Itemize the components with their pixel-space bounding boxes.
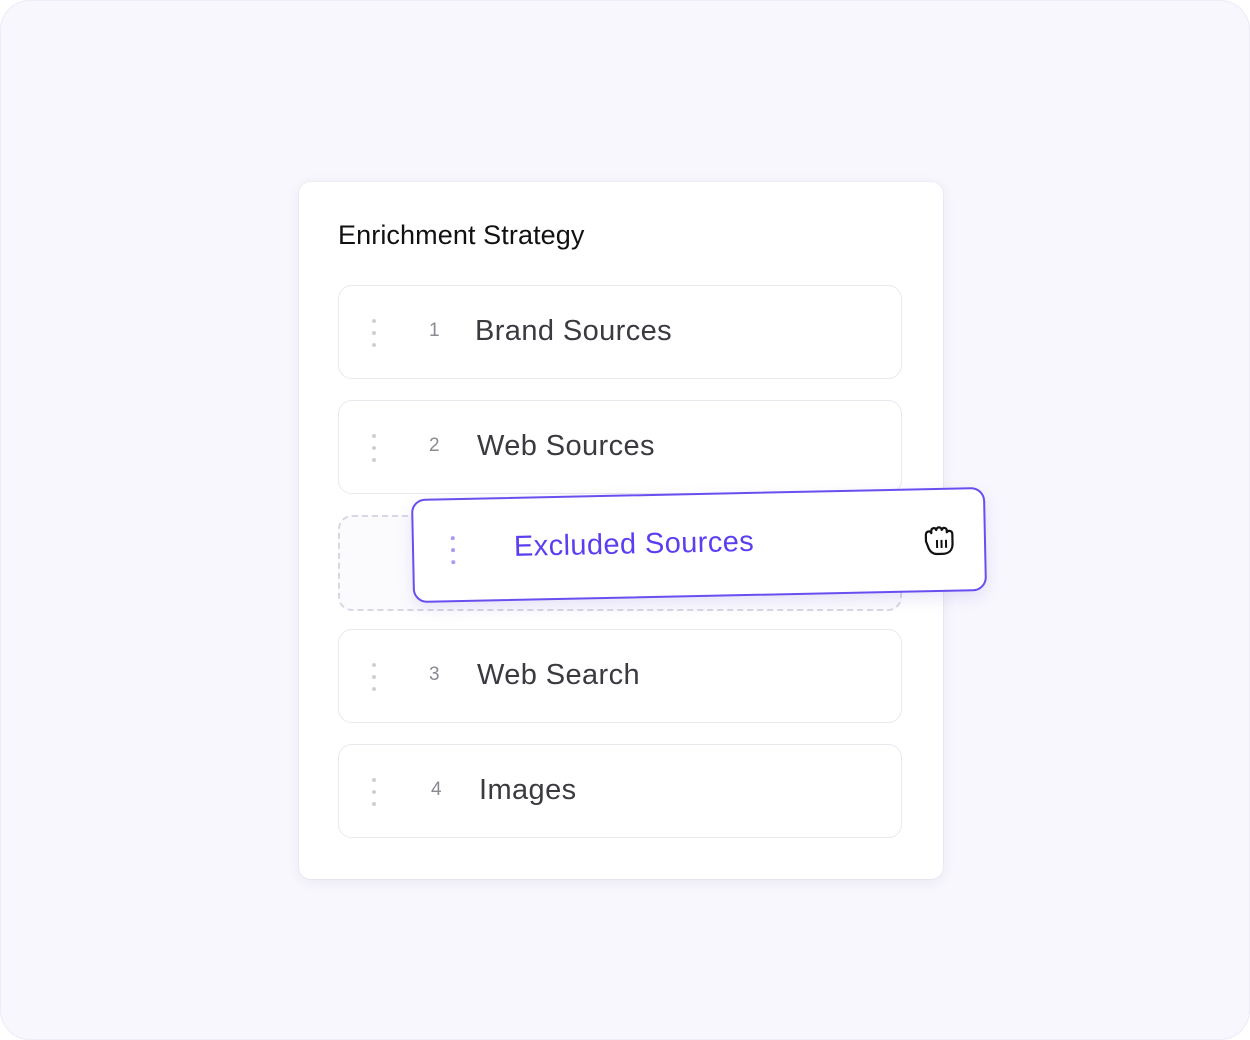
grab-hand-icon [924, 526, 954, 556]
drag-handle-icon[interactable] [371, 661, 377, 693]
item-label: Images [479, 774, 577, 806]
drag-handle-icon[interactable] [371, 776, 377, 808]
item-label: Web Sources [477, 430, 655, 462]
item-number: 3 [429, 664, 440, 685]
drag-handle-icon[interactable] [371, 317, 377, 349]
item-label: Web Search [477, 659, 641, 691]
dragging-item-excluded-sources[interactable]: Excluded Sources [410, 487, 988, 603]
list-item-web-sources[interactable]: 2 Web Sources [338, 400, 902, 494]
list-item-images[interactable]: 4 Images [338, 744, 902, 838]
list-item-web-search[interactable]: 3 Web Search [338, 629, 902, 723]
item-number: 4 [431, 779, 442, 800]
canvas-background: Enrichment Strategy 1 Brand Sources 2 We… [0, 0, 1250, 1040]
item-number: 1 [429, 320, 440, 341]
item-number: 2 [429, 435, 440, 456]
drag-handle-icon[interactable] [371, 432, 377, 464]
card-title: Enrichment Strategy [338, 220, 585, 250]
drag-handle-icon[interactable] [450, 534, 457, 566]
list-item-brand-sources[interactable]: 1 Brand Sources [338, 285, 902, 379]
item-label: Excluded Sources [513, 525, 755, 563]
item-label: Brand Sources [475, 315, 673, 347]
